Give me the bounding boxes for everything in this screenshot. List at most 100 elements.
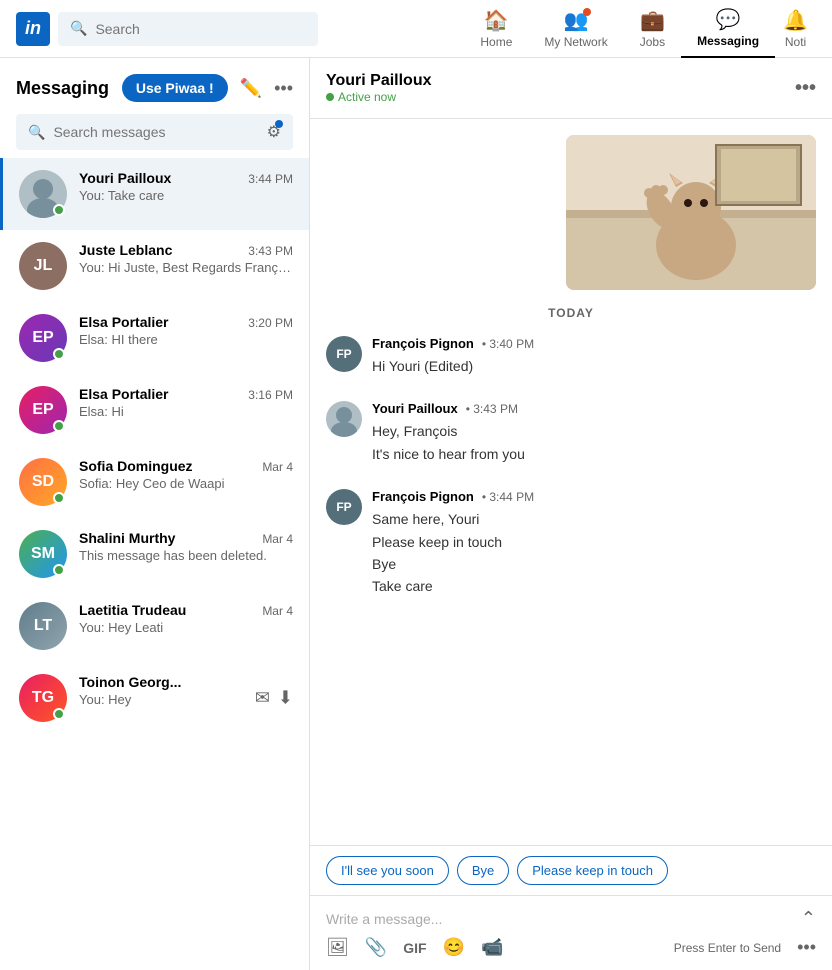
msg-header: François Pignon • 3:44 PM <box>372 489 816 504</box>
online-indicator <box>53 420 65 432</box>
conv-name: Laetitia Trudeau <box>79 602 186 618</box>
conv-preview: You: Take care <box>79 188 293 203</box>
sidebar-title: Messaging <box>16 78 109 99</box>
input-placeholder: Write a message... <box>326 911 442 927</box>
sidebar: Messaging Use Piwaa ! ✏️ ••• 🔍 ⚙ <box>0 58 310 970</box>
toolbar-more-button[interactable]: ••• <box>797 937 816 958</box>
conv-content: Juste Leblanc 3:43 PM You: Hi Juste, Bes… <box>79 242 293 275</box>
main-layout: Messaging Use Piwaa ! ✏️ ••• 🔍 ⚙ <box>0 58 832 970</box>
conv-preview: Elsa: Hi <box>79 404 293 419</box>
quick-reply-keep-in-touch[interactable]: Please keep in touch <box>517 856 668 885</box>
msg-header: François Pignon • 3:40 PM <box>372 336 816 351</box>
message-input-row: Write a message... ⌃ <box>326 908 816 929</box>
nav-label-network: My Network <box>544 35 607 49</box>
list-item[interactable]: Youri Pailloux 3:44 PM You: Take care <box>0 158 309 230</box>
nav-item-messaging[interactable]: 💬 Messaging <box>681 0 775 58</box>
list-item[interactable]: EP Elsa Portalier 3:20 PM Elsa: HI there <box>0 302 309 374</box>
collapse-input-button[interactable]: ⌃ <box>801 908 816 929</box>
conv-content: Elsa Portalier 3:20 PM Elsa: HI there <box>79 314 293 347</box>
conversation-list: Youri Pailloux 3:44 PM You: Take care JL… <box>0 158 309 970</box>
conv-actions: ✉ ⬇ <box>255 688 293 709</box>
email-action-button[interactable]: ✉ <box>255 688 270 709</box>
cat-image <box>566 135 816 290</box>
msg-sender-name: François Pignon <box>372 489 474 504</box>
chat-header: Youri Pailloux Active now ••• <box>310 58 832 119</box>
conv-name: Elsa Portalier <box>79 314 169 330</box>
avatar-wrap: SD <box>19 458 67 506</box>
avatar-wrap: EP <box>19 314 67 362</box>
paperclip-button[interactable]: 📎 <box>365 937 387 958</box>
list-item[interactable]: LT Laetitia Trudeau Mar 4 You: Hey Leati <box>0 590 309 662</box>
conv-preview: Elsa: HI there <box>79 332 293 347</box>
messaging-icon: 💬 <box>716 7 741 32</box>
conv-name: Elsa Portalier <box>79 386 169 402</box>
nav-item-home[interactable]: 🏠 Home <box>464 0 528 58</box>
compose-button[interactable]: ✏️ <box>240 78 262 99</box>
message-group: FP François Pignon • 3:40 PM Hi Youri (E… <box>310 328 832 393</box>
day-divider: TODAY <box>310 298 832 328</box>
message-input-area: Write a message... ⌃ 🖼 📎 GIF 😊 📹 Press E… <box>310 895 832 970</box>
chat-status: Active now <box>326 90 432 104</box>
message-row: FP François Pignon • 3:44 PM Same here, … <box>326 489 816 598</box>
msg-content: François Pignon • 3:44 PM Same here, You… <box>372 489 816 598</box>
chat-header-left: Youri Pailloux Active now <box>326 72 432 104</box>
input-toolbar: 🖼 📎 GIF 😊 📹 Press Enter to Send ••• <box>326 937 816 958</box>
msg-bubble: Hi Youri (Edited) <box>372 355 816 377</box>
conv-time: 3:20 PM <box>248 316 293 330</box>
msg-sender-name: François Pignon <box>372 336 474 351</box>
avatar-wrap <box>19 170 67 218</box>
video-button[interactable]: 📹 <box>481 937 503 958</box>
gif-button[interactable]: GIF <box>403 940 426 956</box>
message-row: Youri Pailloux • 3:43 PM Hey, François I… <box>326 401 816 465</box>
msg-bubble: Hey, François It's nice to hear from you <box>372 420 816 465</box>
search-messages-icon: 🔍 <box>28 124 45 141</box>
youri-avatar <box>326 401 362 437</box>
conv-preview: You: Hi Juste, Best Regards François Pig… <box>79 260 293 275</box>
list-item[interactable]: EP Elsa Portalier 3:16 PM Elsa: Hi <box>0 374 309 446</box>
filter-notification-dot <box>275 120 283 128</box>
quick-replies: I'll see you soon Bye Please keep in tou… <box>310 845 832 895</box>
search-messages-input[interactable] <box>53 124 258 140</box>
conv-content: Youri Pailloux 3:44 PM You: Take care <box>79 170 293 203</box>
message-group: FP François Pignon • 3:44 PM Same here, … <box>310 481 832 614</box>
list-item[interactable]: SD Sofia Dominguez Mar 4 Sofia: Hey Ceo … <box>0 446 309 518</box>
conv-time: Mar 4 <box>262 532 293 546</box>
search-input[interactable] <box>95 21 306 37</box>
list-item[interactable]: TG Toinon Georg... You: Hey ✉ ⬇ <box>0 662 309 734</box>
msg-content: Youri Pailloux • 3:43 PM Hey, François I… <box>372 401 816 465</box>
conv-content: Sofia Dominguez Mar 4 Sofia: Hey Ceo de … <box>79 458 293 491</box>
chat-panel: Youri Pailloux Active now ••• <box>310 58 832 970</box>
more-options-button[interactable]: ••• <box>274 78 293 99</box>
image-attach-button[interactable]: 🖼 <box>326 937 349 958</box>
conv-content: Laetitia Trudeau Mar 4 You: Hey Leati <box>79 602 293 635</box>
chat-image-area <box>310 119 832 298</box>
chat-more-options-button[interactable]: ••• <box>795 77 816 100</box>
nav-item-notifications[interactable]: 🔔 Noti <box>775 0 816 58</box>
conv-preview: Sofia: Hey Ceo de Waapi <box>79 476 293 491</box>
nav-item-jobs[interactable]: 💼 Jobs <box>624 0 681 58</box>
conv-time: 3:44 PM <box>248 172 293 186</box>
linkedin-logo[interactable]: in <box>16 12 50 46</box>
conv-time: Mar 4 <box>262 604 293 618</box>
quick-reply-see-you-soon[interactable]: I'll see you soon <box>326 856 449 885</box>
use-piwaa-button[interactable]: Use Piwaa ! <box>122 74 228 102</box>
quick-reply-bye[interactable]: Bye <box>457 856 509 885</box>
list-item[interactable]: SM Shalini Murthy Mar 4 This message has… <box>0 518 309 590</box>
msg-bubble: Same here, Youri Please keep in touch By… <box>372 508 816 598</box>
list-item[interactable]: JL Juste Leblanc 3:43 PM You: Hi Juste, … <box>0 230 309 302</box>
conv-time: 3:16 PM <box>248 388 293 402</box>
message-group: Youri Pailloux • 3:43 PM Hey, François I… <box>310 393 832 481</box>
conv-name: Juste Leblanc <box>79 242 172 258</box>
conv-preview: This message has been deleted. <box>79 548 293 563</box>
emoji-button[interactable]: 😊 <box>443 937 465 958</box>
nav-item-network[interactable]: 👥 My Network <box>528 0 623 58</box>
nav-label-messaging: Messaging <box>697 34 759 48</box>
msg-time: • 3:40 PM <box>482 337 534 351</box>
conv-time: 3:43 PM <box>248 244 293 258</box>
home-icon: 🏠 <box>484 8 509 33</box>
cat-image-svg <box>566 135 816 290</box>
msg-avatar: FP <box>326 489 362 525</box>
download-action-button[interactable]: ⬇ <box>278 688 293 709</box>
search-bar[interactable]: 🔍 <box>58 12 318 46</box>
conv-preview: You: Hey Leati <box>79 620 293 635</box>
